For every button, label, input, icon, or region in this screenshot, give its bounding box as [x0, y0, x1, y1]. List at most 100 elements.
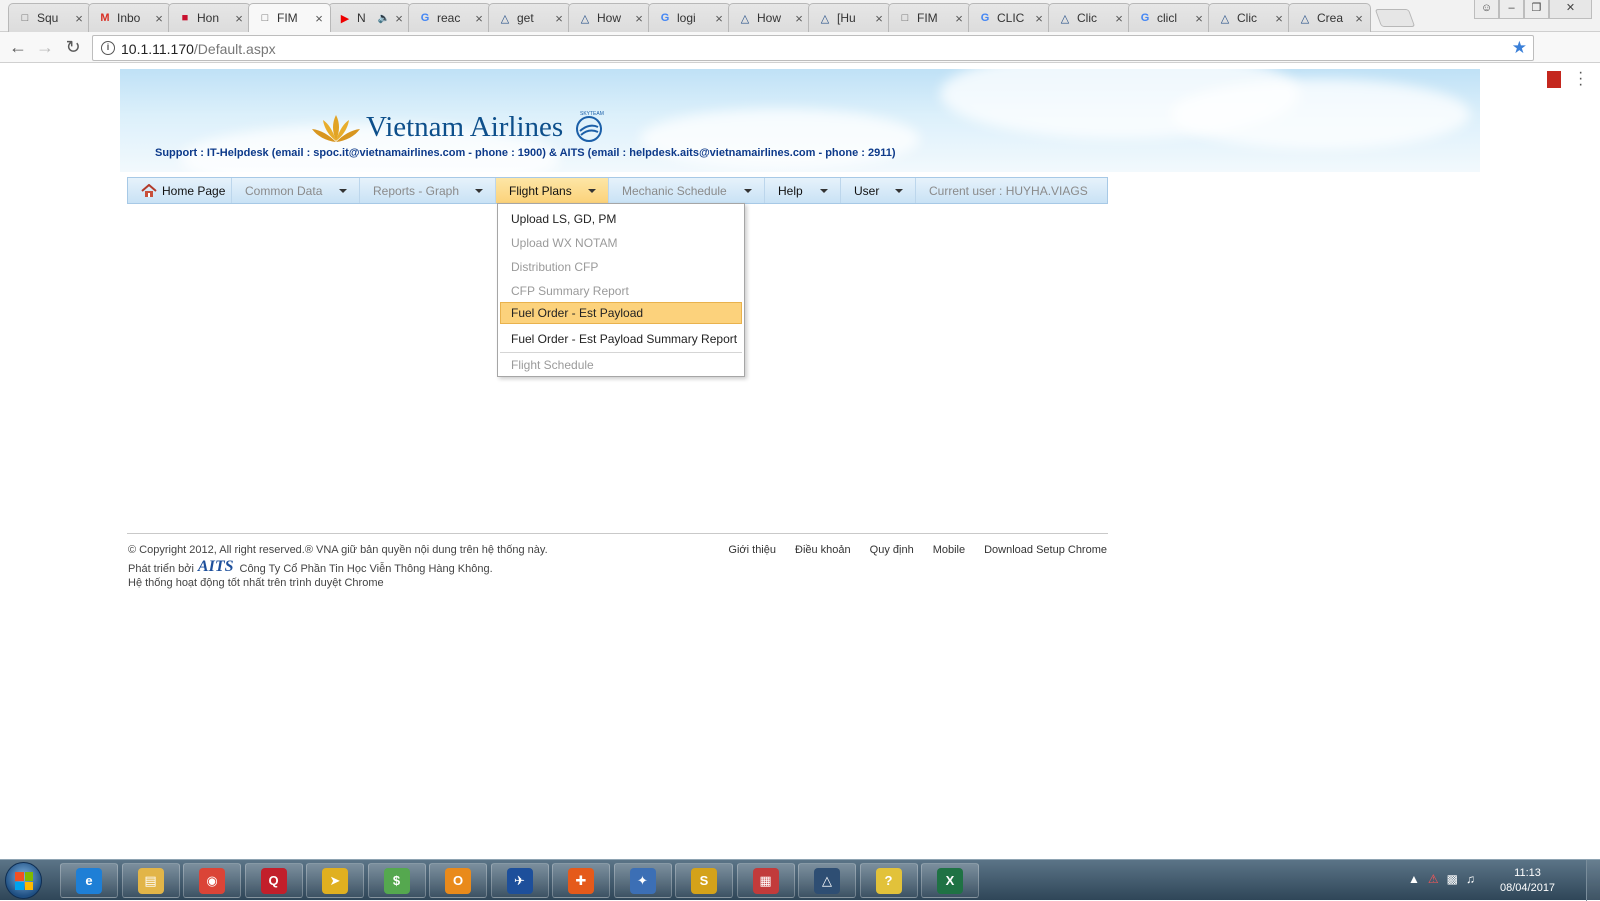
dropdown-fuel-order-est-payload[interactable]: Fuel Order - Est Payload	[500, 302, 742, 324]
browser-tab[interactable]: △ Crea ×	[1288, 3, 1371, 32]
taskbar-app-button[interactable]: ✚	[552, 863, 610, 898]
reload-icon[interactable]: ↻	[62, 37, 84, 59]
url-host: 10.1.11.170	[121, 41, 194, 57]
current-user: Current user : HUYHA.VIAGS	[916, 178, 1107, 203]
taskbar-app-button[interactable]: ?	[859, 863, 918, 898]
close-tab-icon[interactable]: ×	[313, 11, 325, 26]
menu-reports-graph[interactable]: Reports - Graph	[360, 178, 496, 203]
dropdown-distribution-cfp[interactable]: Distribution CFP	[500, 256, 742, 278]
dropdown-flight-schedule[interactable]: Flight Schedule	[500, 354, 742, 376]
browser-tab[interactable]: △ How ×	[568, 3, 651, 32]
show-desktop-button[interactable]	[1586, 860, 1600, 901]
close-tab-icon[interactable]: ×	[1353, 11, 1365, 26]
taskbar-app-button[interactable]: X	[921, 863, 979, 898]
help-icon: ?	[875, 867, 902, 894]
menu-help[interactable]: Help	[765, 178, 841, 203]
menu-flight-plans[interactable]: Flight Plans	[496, 178, 609, 203]
browser-tab[interactable]: G CLIC ×	[968, 3, 1051, 32]
speaker-icon[interactable]: 🔈	[378, 13, 390, 24]
browser-tab[interactable]: △ How ×	[728, 3, 811, 32]
bookmark-star-icon[interactable]: ★	[1512, 38, 1527, 58]
taskbar-app-button[interactable]: ▤	[121, 863, 180, 898]
browser-tab[interactable]: □ FIM ×	[888, 3, 971, 32]
vietnam-airlines-logo[interactable]: Vietnam Airlines SKYTEAM	[310, 109, 607, 146]
flight-plans-dropdown: Upload LS, GD, PM Upload WX NOTAM Distri…	[497, 203, 745, 377]
close-tab-icon[interactable]: ×	[1033, 11, 1045, 26]
url-path: /Default.aspx	[193, 41, 276, 57]
browser-tab[interactable]: ■ Hon ×	[168, 3, 251, 32]
minimize-button[interactable]: –	[1499, 0, 1524, 19]
taskbar-clock[interactable]: 11:13 08/04/2017	[1500, 866, 1555, 896]
close-tab-icon[interactable]: ×	[153, 11, 165, 26]
close-tab-icon[interactable]: ×	[393, 11, 405, 26]
browser-tab[interactable]: Glogi ×	[648, 3, 731, 32]
browser-tab[interactable]: Gclicl ×	[1128, 3, 1211, 32]
address-bar[interactable]: i 10.1.11.170/Default.aspx ★	[92, 35, 1534, 61]
browser-tab[interactable]: △ Clic ×	[1048, 3, 1131, 32]
close-tab-icon[interactable]: ×	[953, 11, 965, 26]
close-tab-icon[interactable]: ×	[793, 11, 805, 26]
tray-display-icon[interactable]: ▩	[1447, 872, 1458, 886]
close-window-button[interactable]: ✕	[1549, 0, 1592, 19]
menu-common-data[interactable]: Common Data	[232, 178, 360, 203]
info-icon[interactable]: i	[101, 41, 115, 55]
tray-network-warning-icon[interactable]: ⚠	[1428, 872, 1439, 886]
close-tab-icon[interactable]: ×	[713, 11, 725, 26]
close-tab-icon[interactable]: ×	[553, 11, 565, 26]
close-tab-icon[interactable]: ×	[1273, 11, 1285, 26]
taskbar-app-button[interactable]: ▦	[736, 863, 795, 898]
new-tab-button[interactable]	[1374, 9, 1416, 27]
footer-link-terms[interactable]: Điều khoản	[795, 544, 851, 556]
tab-title: N	[357, 11, 366, 25]
taskbar-app-button[interactable]: △	[798, 863, 856, 898]
tray-expand-icon[interactable]: ▲	[1408, 872, 1420, 886]
taskbar-app-button[interactable]: $	[367, 863, 426, 898]
dropdown-upload-wx-notam[interactable]: Upload WX NOTAM	[500, 232, 742, 254]
browser-tab[interactable]: □ FIM ×	[248, 3, 331, 32]
browser-tab[interactable]: ▶ N 🔈 ×	[328, 3, 411, 32]
taskbar-app-button[interactable]: ✈	[490, 863, 549, 898]
browser-tab[interactable]: M Inbo ×	[88, 3, 171, 32]
browser-tab[interactable]: □ Squ ×	[8, 3, 91, 32]
close-tab-icon[interactable]: ×	[73, 11, 85, 26]
footer-link-about[interactable]: Giới thiệu	[728, 544, 776, 556]
close-tab-icon[interactable]: ×	[1193, 11, 1205, 26]
browser-tab[interactable]: △ get ×	[488, 3, 571, 32]
taskbar-app-button[interactable]: O	[429, 863, 487, 898]
back-arrow-icon[interactable]: ←	[7, 37, 29, 59]
menu-home-page[interactable]: Home Page	[128, 178, 232, 203]
close-tab-icon[interactable]: ×	[633, 11, 645, 26]
dropdown-upload-ls-gd-pm[interactable]: Upload LS, GD, PM	[500, 208, 742, 230]
taskbar-app-button[interactable]: ➤	[306, 863, 364, 898]
browser-tab[interactable]: △ [Hu ×	[808, 3, 891, 32]
tray-volume-icon[interactable]: ♫	[1466, 872, 1475, 886]
close-tab-icon[interactable]: ×	[873, 11, 885, 26]
menu-mechanic-schedule[interactable]: Mechanic Schedule	[609, 178, 765, 203]
taskbar-app-button[interactable]: e	[60, 863, 118, 898]
taskbar-app-button[interactable]: Q	[244, 863, 303, 898]
footer-link-rules[interactable]: Quy định	[870, 544, 914, 556]
url-text[interactable]: 10.1.11.170/Default.aspx	[121, 41, 276, 57]
menu-home-label: Home Page	[162, 183, 226, 198]
menu-user[interactable]: User	[841, 178, 916, 203]
taskbar-app-button[interactable]: S	[675, 863, 733, 898]
footer-link-mobile[interactable]: Mobile	[933, 544, 965, 556]
start-button[interactable]	[5, 862, 42, 899]
dropdown-cfp-summary-report[interactable]: CFP Summary Report	[500, 280, 742, 302]
dropdown-fuel-order-summary-report[interactable]: Fuel Order - Est Payload Summary Report	[500, 328, 742, 350]
forward-arrow-icon[interactable]: →	[34, 37, 56, 59]
close-tab-icon[interactable]: ×	[1113, 11, 1125, 26]
taskbar-app-button[interactable]: ✦	[613, 863, 672, 898]
profile-button[interactable]: ☺	[1474, 0, 1499, 19]
maximize-button[interactable]: ❐	[1524, 0, 1549, 19]
chrome-menu-icon[interactable]: · · ·	[1578, 65, 1583, 93]
close-tab-icon[interactable]: ×	[233, 11, 245, 26]
tab-title: logi	[677, 11, 696, 25]
close-tab-icon[interactable]: ×	[473, 11, 485, 26]
browser-tab[interactable]: △ Clic ×	[1208, 3, 1291, 32]
taskbar-app-button[interactable]: ◉	[183, 863, 241, 898]
footer-links: Giới thiệu Điều khoản Quy định Mobile Do…	[728, 544, 1107, 556]
extension-icon[interactable]	[1547, 71, 1561, 88]
browser-tab[interactable]: Greac ×	[408, 3, 491, 32]
footer-link-download-chrome[interactable]: Download Setup Chrome	[984, 544, 1107, 556]
